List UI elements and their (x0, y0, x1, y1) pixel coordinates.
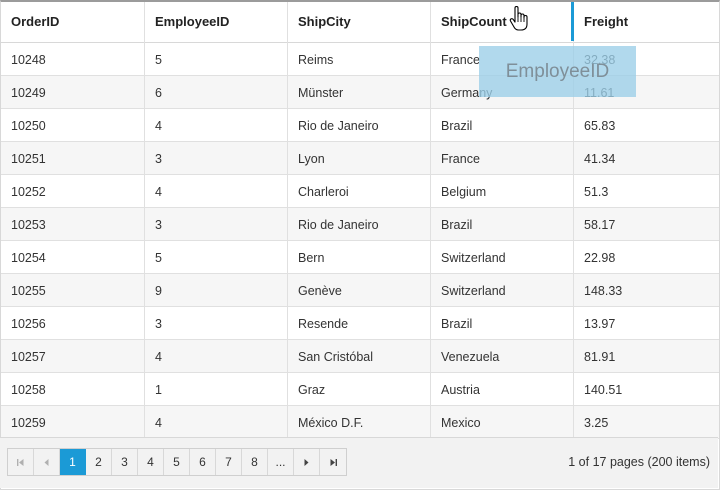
page-button-4[interactable]: 4 (138, 449, 164, 475)
first-page-icon[interactable] (8, 449, 34, 475)
table-row[interactable]: 10251 3 Lyon France 41.34 (1, 142, 719, 175)
table-cell[interactable]: 9 (145, 274, 288, 307)
table-cell[interactable]: 10248 (1, 43, 145, 76)
pager-info: 1 of 17 pages (200 items) (568, 455, 710, 469)
table-cell[interactable]: 148.33 (574, 274, 719, 307)
table-cell[interactable]: 4 (145, 406, 288, 439)
table-cell[interactable]: 1 (145, 373, 288, 406)
table-cell[interactable]: México D.F. (288, 406, 431, 439)
table-cell[interactable]: Brazil (431, 109, 574, 142)
table-cell[interactable]: Switzerland (431, 241, 574, 274)
column-header-shipcountry[interactable]: ShipCount (431, 2, 574, 43)
page-button-8[interactable]: 8 (242, 449, 268, 475)
pager-buttons: 1 2 3 4 5 6 7 8... (7, 448, 347, 476)
table-cell[interactable]: Switzerland (431, 274, 574, 307)
column-header-employeeid[interactable]: EmployeeID (145, 2, 288, 43)
column-header-orderid[interactable]: OrderID (1, 2, 145, 43)
table-cell[interactable]: 51.3 (574, 175, 719, 208)
page-button-7[interactable]: 7 (216, 449, 242, 475)
table-row[interactable]: 10258 1 Graz Austria 140.51 (1, 373, 719, 406)
table-cell[interactable]: 10257 (1, 340, 145, 373)
table-cell[interactable]: Graz (288, 373, 431, 406)
table-cell[interactable]: Reims (288, 43, 431, 76)
table-cell[interactable]: 81.91 (574, 340, 719, 373)
table-cell[interactable]: Genève (288, 274, 431, 307)
table-cell[interactable]: Brazil (431, 208, 574, 241)
table-cell[interactable]: 3.25 (574, 406, 719, 439)
table-cell[interactable]: 41.34 (574, 142, 719, 175)
page-button-6[interactable]: 6 (190, 449, 216, 475)
table-cell[interactable]: 3 (145, 142, 288, 175)
table-cell[interactable]: 10251 (1, 142, 145, 175)
table-cell[interactable]: Charleroi (288, 175, 431, 208)
table-cell[interactable]: 22.98 (574, 241, 719, 274)
page-ellipsis-button[interactable]: ... (268, 449, 294, 475)
table-cell[interactable]: 3 (145, 307, 288, 340)
table-row[interactable]: 10257 4 San Cristóbal Venezuela 81.91 (1, 340, 719, 373)
table-cell[interactable]: 10254 (1, 241, 145, 274)
table-cell[interactable]: Münster (288, 76, 431, 109)
dragged-column-label: EmployeeID (505, 60, 610, 82)
table-cell[interactable]: 4 (145, 175, 288, 208)
table-cell[interactable]: Brazil (431, 307, 574, 340)
table-cell[interactable]: 13.97 (574, 307, 719, 340)
next-page-icon[interactable] (294, 449, 320, 475)
table-cell[interactable]: 4 (145, 109, 288, 142)
table-cell[interactable]: Mexico (431, 406, 574, 439)
table-cell[interactable]: 10252 (1, 175, 145, 208)
grid-body: 102485ReimsFrance32.38102496MünsterGerma… (1, 43, 719, 439)
table-cell[interactable]: Resende (288, 307, 431, 340)
table-cell[interactable]: 5 (145, 43, 288, 76)
grid-header: OrderID EmployeeID ShipCity ShipCount Fr… (1, 2, 719, 43)
column-drop-indicator (571, 2, 574, 41)
table-cell[interactable]: 3 (145, 208, 288, 241)
page-button-2[interactable]: 2 (86, 449, 112, 475)
table-cell[interactable]: France (431, 142, 574, 175)
prev-page-icon[interactable] (34, 449, 60, 475)
table-row[interactable]: 10253 3 Rio de Janeiro Brazil 58.17 (1, 208, 719, 241)
table-cell[interactable]: 65.83 (574, 109, 719, 142)
table-row[interactable]: 10255 9 Genève Switzerland 148.33 (1, 274, 719, 307)
table-row[interactable]: 10256 3 Resende Brazil 13.97 (1, 307, 719, 340)
table-cell[interactable]: San Cristóbal (288, 340, 431, 373)
table-cell[interactable]: Austria (431, 373, 574, 406)
table-cell[interactable]: 10255 (1, 274, 145, 307)
table-cell[interactable]: 10258 (1, 373, 145, 406)
page-button-5[interactable]: 5 (164, 449, 190, 475)
page-button-3[interactable]: 3 (112, 449, 138, 475)
column-header-shipcity[interactable]: ShipCity (288, 2, 431, 43)
table-cell[interactable]: Bern (288, 241, 431, 274)
table-cell[interactable]: 10253 (1, 208, 145, 241)
pager: 1 2 3 4 5 6 7 8... 1 of 17 pages (200 items) (0, 437, 718, 488)
table-row[interactable]: 10250 4 Rio de Janeiro Brazil 65.83 (1, 109, 719, 142)
table-cell[interactable]: 4 (145, 340, 288, 373)
table-cell[interactable]: 10256 (1, 307, 145, 340)
table-cell[interactable]: Belgium (431, 175, 574, 208)
dragged-column-header: EmployeeID (479, 46, 636, 97)
table-cell[interactable]: Rio de Janeiro (288, 109, 431, 142)
table-cell[interactable]: 10250 (1, 109, 145, 142)
table-cell[interactable]: 140.51 (574, 373, 719, 406)
hand-pointer-icon (509, 6, 528, 31)
table-row[interactable]: 10252 4 Charleroi Belgium 51.3 (1, 175, 719, 208)
table-cell[interactable]: Rio de Janeiro (288, 208, 431, 241)
table-row[interactable]: 10254 5 Bern Switzerland 22.98 (1, 241, 719, 274)
table-cell[interactable]: 6 (145, 76, 288, 109)
column-header-freight[interactable]: Freight (574, 2, 719, 43)
table-row[interactable]: 10259 4 México D.F. Mexico 3.25 (1, 406, 719, 439)
table-cell[interactable]: 10259 (1, 406, 145, 439)
last-page-icon[interactable] (320, 449, 346, 475)
table-cell[interactable]: 58.17 (574, 208, 719, 241)
table-cell[interactable]: Lyon (288, 142, 431, 175)
table-cell[interactable]: Venezuela (431, 340, 574, 373)
page-button-1[interactable]: 1 (60, 449, 86, 475)
table-cell[interactable]: 10249 (1, 76, 145, 109)
table-cell[interactable]: 5 (145, 241, 288, 274)
